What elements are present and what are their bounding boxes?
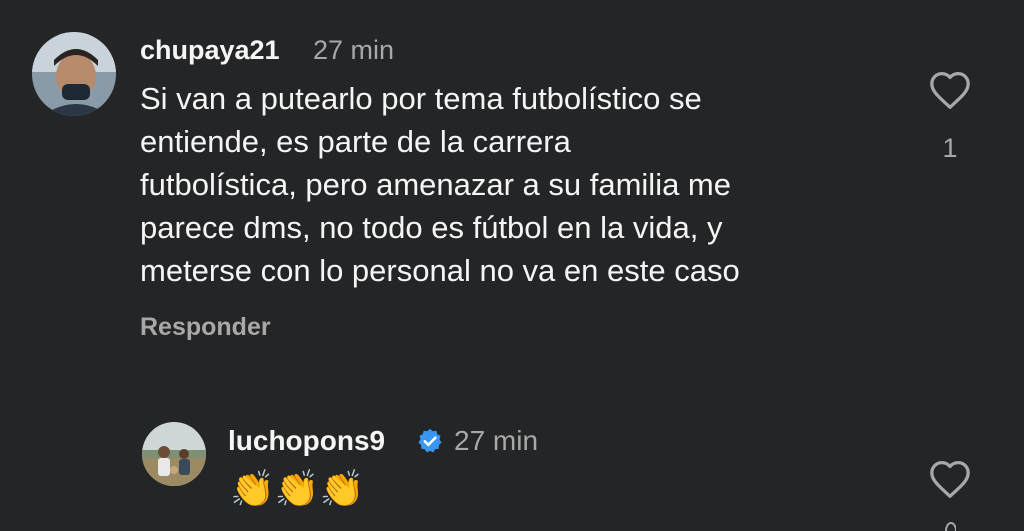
timestamp: 27 min [454,425,539,456]
like-count-partial [944,522,956,531]
reply-button[interactable]: Responder [140,313,271,342]
username[interactable]: chupaya21 [140,35,280,66]
comment-text: 👏👏👏 [230,472,364,508]
heart-outline-icon[interactable] [928,70,972,110]
like-count: 1 [942,133,958,163]
avatar[interactable] [142,422,206,486]
username[interactable]: luchopons9 [228,425,385,457]
timestamp: 27 min [313,35,395,65]
avatar[interactable] [32,32,116,116]
verified-badge-icon [416,427,444,455]
heart-outline-icon[interactable] [928,459,972,499]
comment-text: Si van a putearlo por tema futbolístico … [140,81,740,288]
clapping-hands-emoji: 👏👏👏 [230,469,365,510]
